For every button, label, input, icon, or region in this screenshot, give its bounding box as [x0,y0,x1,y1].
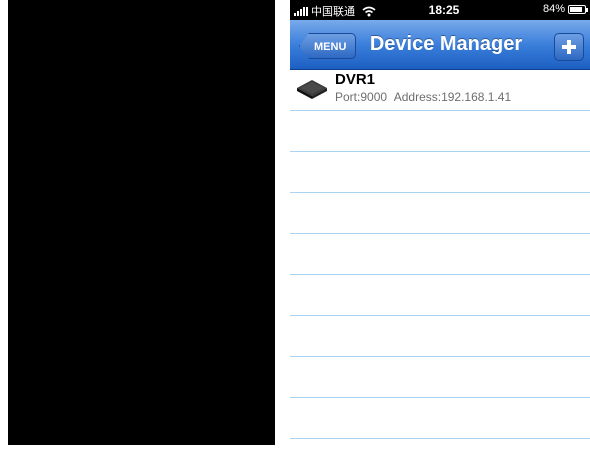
battery-fill [570,6,582,12]
page-title: Device Manager [369,33,523,55]
empty-row [290,193,590,234]
nav-bar: MENU Device Manager [290,20,590,70]
empty-row [290,111,590,152]
add-device-button[interactable] [554,33,584,61]
empty-row [290,234,590,275]
status-right: 84% [542,3,588,15]
dvr-icon [297,80,327,99]
empty-row [290,275,590,316]
device-address: Address:192.168.1.41 [393,90,512,104]
empty-row [290,152,590,193]
empty-row [290,357,590,398]
device-detail: Port:9000 Address:192.168.1.41 [335,90,511,104]
device-row[interactable]: DVR1 Port:9000 Address:192.168.1.41 [290,70,590,111]
device-port: Port:9000 [335,90,388,104]
battery-icon [568,4,588,14]
device-list: DVR1 Port:9000 Address:192.168.1.41 [290,70,590,439]
empty-row [290,398,590,439]
device-name: DVR1 [335,71,376,88]
phone-screen: 中国联通 18:25 84% MENU Device Manager DVR1 … [290,0,590,453]
empty-row [290,316,590,357]
battery-percent: 84% [542,3,565,15]
plus-icon [562,40,576,54]
status-bar: 中国联通 18:25 84% [290,0,590,20]
black-panel [8,0,275,445]
